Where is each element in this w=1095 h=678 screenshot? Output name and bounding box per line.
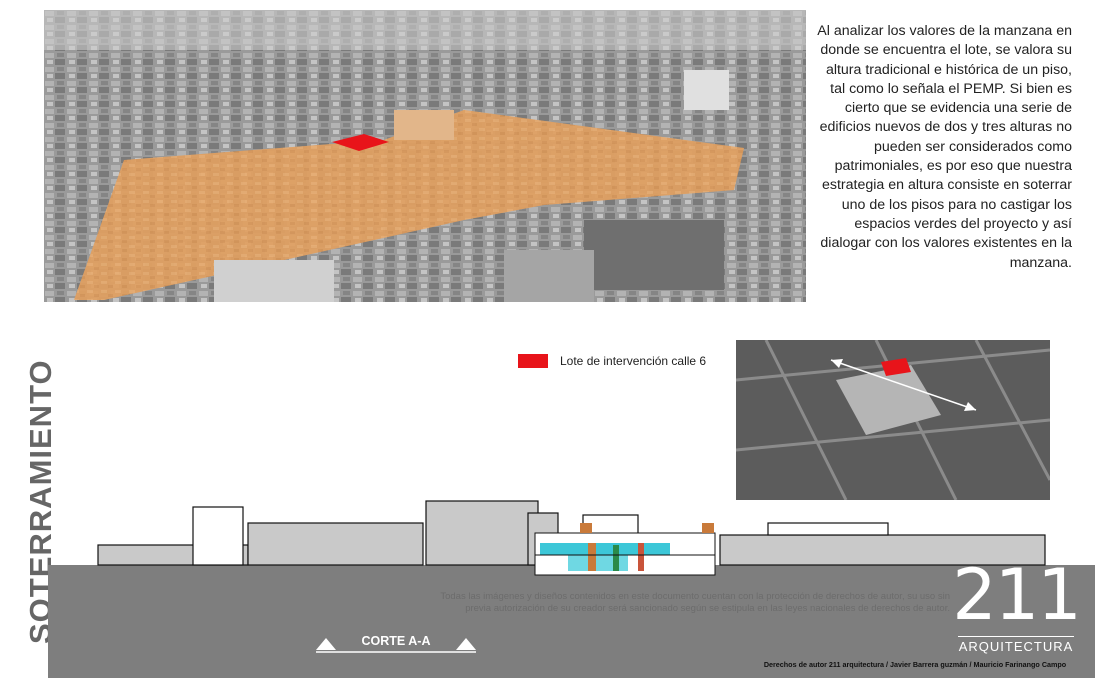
logo-number: 211	[952, 554, 1082, 636]
logo-divider	[958, 636, 1074, 637]
credits: Derechos de autor 211 arquitectura / Jav…	[763, 660, 1067, 669]
legend: Lote de intervención calle 6	[518, 353, 706, 369]
description-paragraph: Al analizar los valores de la manzana en…	[817, 23, 1072, 271]
copyright-notice: Todas las imágenes y diseños contenidos …	[440, 591, 950, 614]
aerial-photo	[44, 10, 806, 302]
legend-swatch	[518, 354, 548, 368]
section-label: CORTE A-A	[361, 634, 431, 648]
logo-text: ARQUITECTURA	[958, 639, 1074, 654]
legend-label: Lote de intervención calle 6	[560, 354, 707, 368]
section-drawing	[48, 495, 1048, 585]
location-map	[736, 340, 1050, 500]
